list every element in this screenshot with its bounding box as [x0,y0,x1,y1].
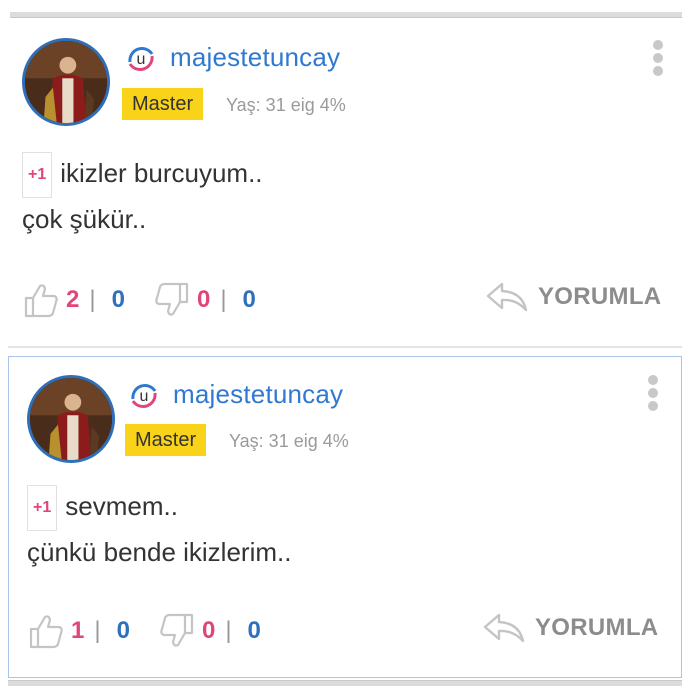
comment-line: ikizler burcuyum.. [60,158,263,188]
user-meta: Yaş: 31 eig 4% [229,431,349,451]
vote-separator: | [220,286,227,313]
vote-separator: | [89,286,96,313]
dislike-count: 0 [201,617,216,644]
like-count-secondary: 0 [116,617,130,644]
reply-label: YORUMLA [535,614,659,641]
username-link[interactable]: majestetuncay [170,42,340,73]
comment-line: çok şükür.. [22,204,147,234]
like-count: 1 [71,617,85,644]
uludag-logo-icon: u [131,384,157,408]
avatar[interactable] [22,38,110,126]
reply-button[interactable]: YORUMLA [481,609,658,647]
reply-button[interactable]: YORUMLA [484,278,661,316]
vote-bar: 2 | 0 0 | 0 [22,280,256,320]
bottom-divider [8,680,682,686]
reply-arrow-icon [483,613,525,643]
thumbs-down-icon[interactable] [158,612,196,650]
brand-icon-letter: u [140,388,149,405]
dislike-count-secondary: 0 [247,617,261,644]
dislike-count-secondary: 0 [242,286,256,313]
comment-body: +1 sevmem.. çünkü bende ikizlerim.. [27,485,291,573]
reply-label: YORUMLA [538,283,662,310]
comment-feed: u majestetuncay Master Yaş: 31 eig 4% +1… [0,0,690,690]
thumbs-down-icon[interactable] [153,281,191,319]
plus-one-badge[interactable]: +1 [27,485,58,531]
kebab-menu-icon[interactable] [651,40,665,80]
reply-arrow-icon [486,282,528,312]
comment-line: sevmem.. [65,491,178,521]
top-divider [10,12,682,18]
uludag-logo-icon: u [128,47,154,71]
username-link[interactable]: majestetuncay [173,379,343,410]
comment-body: +1 ikizler burcuyum.. çok şükür.. [22,152,263,240]
plus-one-badge[interactable]: +1 [22,152,53,198]
thumbs-up-icon[interactable] [27,612,65,650]
like-count-secondary: 0 [111,286,125,313]
avatar[interactable] [27,375,115,463]
comment-card: u majestetuncay Master Yaş: 31 eig 4% +1… [6,22,684,346]
kebab-menu-icon[interactable] [646,375,660,415]
comment-line: çünkü bende ikizlerim.. [27,537,292,567]
vote-separator: | [225,617,232,644]
user-meta: Yaş: 31 eig 4% [226,95,346,115]
brand-icon-letter: u [137,51,146,68]
like-count: 2 [66,286,80,313]
rank-badge: Master [122,88,204,120]
comment-divider [8,346,682,348]
comment-card: u majestetuncay Master Yaş: 31 eig 4% +1… [8,356,682,678]
vote-separator: | [94,617,101,644]
thumbs-up-icon[interactable] [22,281,60,319]
vote-bar: 1 | 0 0 | 0 [27,611,261,651]
rank-badge: Master [125,424,207,456]
dislike-count: 0 [196,286,211,313]
